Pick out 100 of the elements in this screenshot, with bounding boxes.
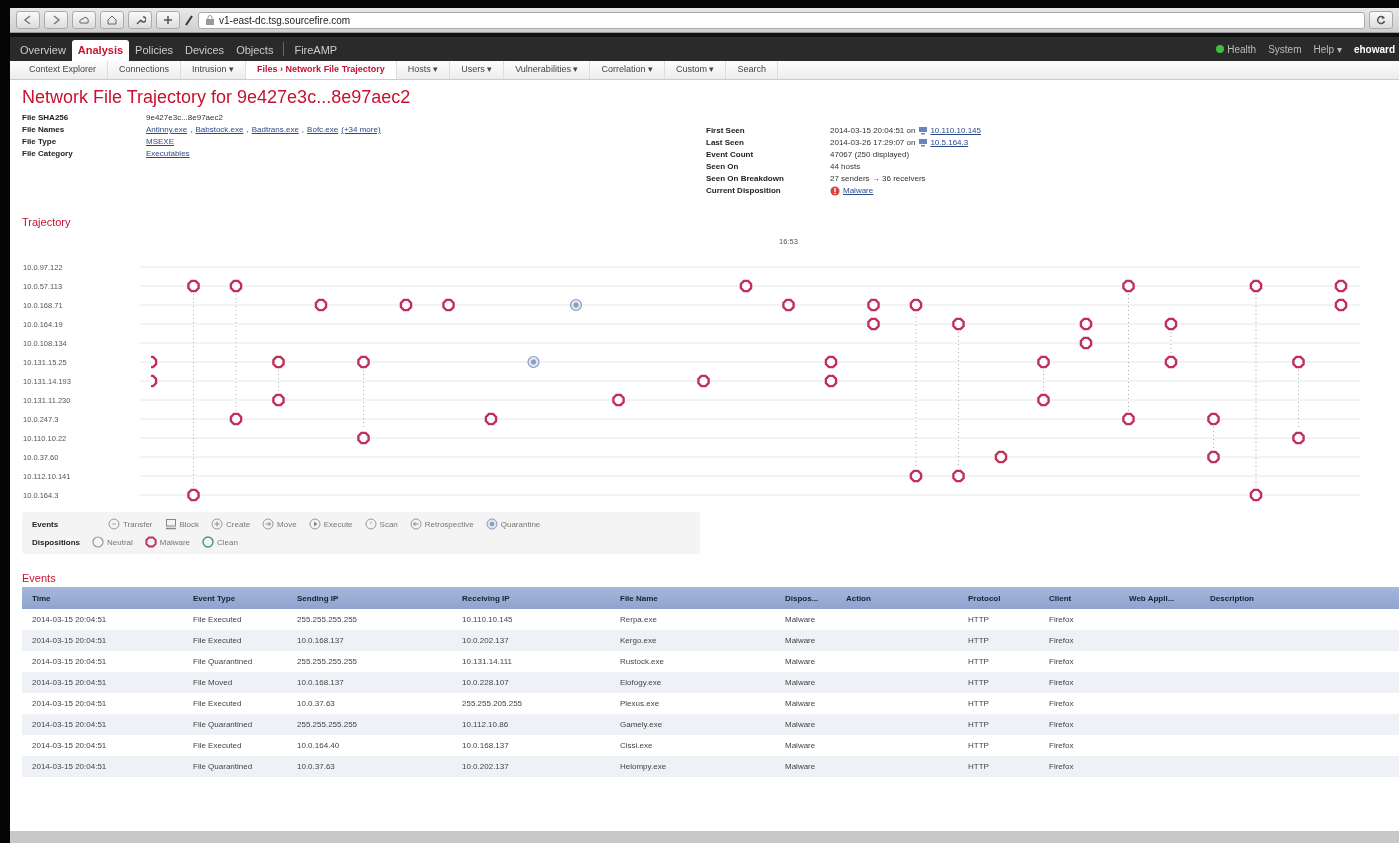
field-label: Seen On Breakdown — [706, 173, 785, 184]
table-cell-text: HTTP — [967, 699, 990, 708]
column-header[interactable]: File Name — [610, 593, 775, 603]
legend-label: Neutral — [107, 537, 133, 547]
field-value: 9e427e3c...8e97aec2 — [146, 112, 223, 123]
column-header[interactable]: Dispos... — [775, 593, 836, 603]
sub-tab[interactable]: Search — [726, 61, 778, 79]
circle-plus-icon — [211, 518, 224, 530]
malware-marker — [867, 298, 880, 312]
forward-button[interactable] — [44, 11, 68, 29]
field-label: File Type — [22, 136, 58, 147]
table-cell-text: Firefox — [1048, 762, 1075, 771]
home-button[interactable] — [100, 11, 124, 29]
column-header[interactable]: Sending IP — [287, 593, 452, 603]
legend-label: Block — [179, 519, 200, 529]
legend-label: Retrospective — [424, 519, 474, 529]
sub-tab[interactable]: Vulnerabilities ▾ — [504, 61, 591, 79]
column-header[interactable]: Client — [1039, 593, 1119, 603]
table-cell-text: Helompy.exe — [619, 762, 668, 771]
host-link[interactable]: 10.110.10.145 — [930, 125, 981, 136]
sub-tab[interactable]: Users ▾ — [450, 61, 505, 79]
malware-marker — [1334, 279, 1348, 293]
table-cell-text: HTTP — [967, 720, 990, 729]
nav-tab[interactable]: Objects — [230, 40, 280, 61]
sub-tab[interactable]: Custom ▾ — [664, 61, 727, 79]
table-cell-text: Firefox — [1048, 657, 1075, 666]
column-header[interactable]: Description — [1200, 593, 1380, 603]
table-cell-text: 255.255.205.255 — [461, 699, 524, 708]
table-cell-text: Cissi.exe — [619, 741, 654, 750]
host-link[interactable]: 10.5.164.3 — [930, 137, 969, 148]
computer-icon — [918, 126, 929, 135]
malware-marker — [824, 374, 838, 388]
health-link[interactable]: Health — [1227, 43, 1257, 55]
nav-tab[interactable]: FireAMP — [288, 40, 344, 61]
cloud-button[interactable] — [72, 11, 96, 29]
table-cell-text: Firefox — [1048, 678, 1075, 687]
malware-marker — [1249, 488, 1263, 502]
table-cell-text: 10.0.202.137 — [461, 762, 510, 771]
sub-tab[interactable]: Hosts ▾ — [396, 61, 451, 79]
disposition-link[interactable]: Malware — [843, 185, 874, 196]
file-link[interactable]: MSEXE — [146, 136, 174, 147]
tools-button[interactable] — [128, 11, 152, 29]
table-cell-text: File Executed — [192, 615, 243, 624]
nav-link[interactable]: Help ▾ — [1313, 43, 1342, 55]
user-menu[interactable]: ehoward — [1353, 43, 1395, 55]
malware-marker — [187, 488, 200, 502]
malware-marker — [1207, 450, 1220, 464]
malware-marker — [612, 393, 625, 407]
field-value: 2014-03-15 20:04:51 on — [830, 125, 916, 136]
table-cell-text: File Quarantined — [192, 720, 254, 729]
table-cell-text: 10.110.10.145 — [461, 615, 514, 624]
malware-marker — [1037, 355, 1050, 369]
sub-tab[interactable]: Context Explorer — [18, 61, 109, 79]
nav-tab[interactable]: Devices — [179, 40, 231, 61]
legend-label: Quarantine — [500, 519, 541, 529]
table-cell-text: File Quarantined — [192, 657, 254, 666]
add-button[interactable] — [156, 11, 180, 29]
file-link[interactable]: Badtrans.exe — [251, 124, 299, 135]
column-header[interactable]: Time — [22, 593, 183, 603]
malware-marker — [1292, 431, 1305, 445]
table-cell-text: 10.131.14.111 — [461, 657, 513, 666]
plus-icon — [162, 14, 174, 26]
malware-marker — [1249, 279, 1263, 293]
field-label: File Category — [22, 148, 74, 159]
file-link[interactable]: Babstock.exe — [195, 124, 244, 135]
sub-tab[interactable]: Connections — [108, 61, 182, 79]
column-header[interactable]: Action — [836, 593, 958, 603]
file-link[interactable]: Executables — [146, 148, 190, 159]
file-link[interactable]: Antinny.exe — [146, 124, 188, 135]
table-cell-text: 10.112.10.86 — [461, 720, 510, 729]
nav-tab[interactable]: Overview — [14, 40, 72, 61]
lock-icon — [205, 15, 215, 25]
table-cell-text: 2014-03-15 20:04:51 — [31, 720, 108, 729]
file-link[interactable]: Bofc.exe — [307, 124, 339, 135]
reload-button[interactable] — [1369, 11, 1393, 29]
legend-label: Clean — [217, 537, 238, 547]
column-header[interactable]: Event Type — [183, 593, 287, 603]
legend-label: Execute — [323, 519, 353, 529]
nav-tab[interactable]: Policies — [129, 40, 179, 61]
column-header[interactable]: Protocol — [958, 593, 1039, 603]
table-cell-text: Rerpa.exe — [619, 615, 658, 624]
table-cell-text: HTTP — [967, 657, 990, 666]
field-label: Current Disposition — [706, 185, 782, 196]
malware-marker — [1292, 355, 1305, 369]
nav-link[interactable]: System — [1268, 43, 1302, 55]
sub-tab[interactable]: Files › Network File Trajectory — [246, 61, 397, 79]
malware-marker — [229, 279, 243, 293]
reload-icon — [1375, 14, 1387, 26]
nav-tab[interactable]: Analysis — [71, 40, 130, 61]
back-button[interactable] — [16, 11, 40, 29]
legend-label: Scan — [379, 519, 398, 529]
table-cell-text: Malware — [784, 762, 817, 771]
column-header[interactable]: Web Appli... — [1119, 593, 1200, 603]
file-link[interactable]: (+34 more) — [341, 124, 381, 135]
column-header[interactable]: Receiving IP — [452, 593, 610, 603]
circle-dot-icon — [485, 518, 498, 530]
circle-icon — [364, 518, 377, 530]
address-field[interactable]: v1-east-dc.tsg.sourcefire.com — [198, 11, 1365, 29]
table-cell-text: Malware — [784, 657, 817, 666]
sub-tab[interactable]: Correlation ▾ — [590, 61, 665, 79]
